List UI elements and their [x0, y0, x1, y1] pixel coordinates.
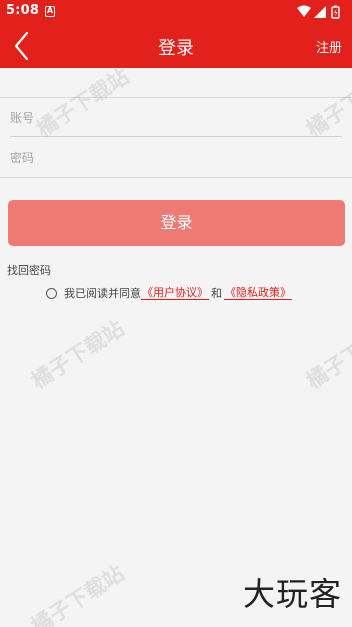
register-button[interactable]: 注册 — [316, 37, 342, 56]
brand-logo: 大玩客 — [242, 575, 342, 613]
divider-bottom — [0, 177, 352, 178]
watermark: 橘子下载站 — [27, 561, 129, 627]
app-bar: 登录 注册 — [0, 24, 352, 68]
password-field — [10, 137, 342, 177]
battery-icon — [331, 5, 340, 19]
chevron-left-icon — [14, 31, 29, 61]
password-input[interactable] — [10, 147, 342, 169]
status-time: 5:08 — [6, 3, 40, 18]
status-bar: 5:08 A — [0, 0, 352, 24]
agreement-conjunction: 和 — [211, 287, 222, 300]
user-agreement-link[interactable]: 《用户协议》 — [141, 286, 209, 300]
login-button[interactable]: 登录 — [8, 200, 345, 246]
notification-icon: A — [45, 6, 55, 17]
watermark: 橘子下载站 — [27, 316, 129, 394]
agreement-row: 我已阅读并同意 《用户协议》 和 《隐私政策》 — [46, 285, 292, 301]
privacy-policy-link[interactable]: 《隐私政策》 — [224, 286, 292, 300]
find-password-link[interactable]: 找回密码 — [7, 262, 51, 278]
status-icons — [297, 5, 340, 19]
page-title: 登录 — [158, 38, 194, 59]
back-button[interactable] — [8, 30, 38, 62]
agreement-prefix: 我已阅读并同意 — [64, 287, 141, 300]
signal-icon — [314, 6, 326, 18]
account-field — [10, 97, 342, 137]
wifi-icon — [297, 5, 311, 17]
watermark: 橘子下载站 — [302, 316, 352, 394]
agreement-radio[interactable] — [46, 287, 57, 299]
account-input[interactable] — [10, 107, 342, 129]
